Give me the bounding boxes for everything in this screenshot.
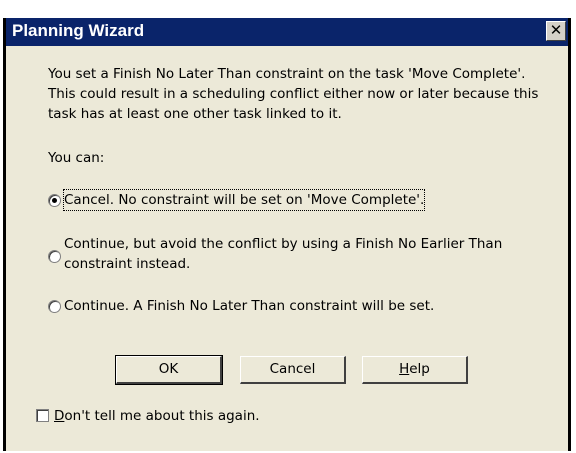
ok-button-label: OK bbox=[158, 361, 179, 377]
radio-continue-set[interactable] bbox=[48, 300, 61, 313]
dont-tell-again-label[interactable]: Don't tell me about this again. bbox=[54, 408, 260, 424]
cancel-button-label: Cancel bbox=[269, 361, 316, 377]
help-button[interactable]: Help bbox=[362, 356, 468, 384]
planning-wizard-dialog: Planning Wizard ✕ You set a Finish No La… bbox=[3, 18, 571, 451]
dont-tell-again-label-text: on't tell me about this again. bbox=[64, 408, 260, 424]
message-line-1: You set a Finish No Later Than constrain… bbox=[48, 66, 526, 82]
message-text: You set a Finish No Later Than constrain… bbox=[48, 64, 568, 124]
dialog-title: Planning Wizard bbox=[12, 21, 145, 40]
ok-button[interactable]: OK bbox=[115, 355, 223, 385]
option-cancel-label[interactable]: Cancel. No constraint will be set on 'Mo… bbox=[62, 189, 426, 211]
radio-continue-no-earlier[interactable] bbox=[48, 250, 61, 263]
options-prompt: You can: bbox=[48, 150, 105, 166]
radio-cancel[interactable] bbox=[48, 194, 61, 207]
radio-selected-dot bbox=[52, 198, 57, 203]
cancel-button[interactable]: Cancel bbox=[240, 356, 346, 384]
help-button-label: elp bbox=[409, 361, 430, 377]
message-line-2: This could result in a scheduling confli… bbox=[48, 86, 539, 102]
option-continue-no-earlier-label-1[interactable]: Continue, but avoid the conflict by usin… bbox=[64, 234, 502, 254]
option-continue-set-label[interactable]: Continue. A Finish No Later Than constra… bbox=[64, 296, 434, 316]
option-continue-no-earlier-label-2[interactable]: constraint instead. bbox=[64, 254, 190, 274]
help-button-mnemonic: H bbox=[399, 361, 410, 377]
message-line-3: task has at least one other task linked … bbox=[48, 106, 342, 122]
title-bar[interactable]: Planning Wizard ✕ bbox=[6, 18, 568, 46]
option-continue-no-earlier[interactable]: Continue, but avoid the conflict by usin… bbox=[48, 234, 548, 274]
close-icon: ✕ bbox=[549, 21, 563, 39]
dont-tell-again-mnemonic: D bbox=[54, 408, 65, 424]
close-button[interactable]: ✕ bbox=[546, 21, 566, 41]
dont-tell-again-checkbox[interactable] bbox=[36, 409, 49, 422]
